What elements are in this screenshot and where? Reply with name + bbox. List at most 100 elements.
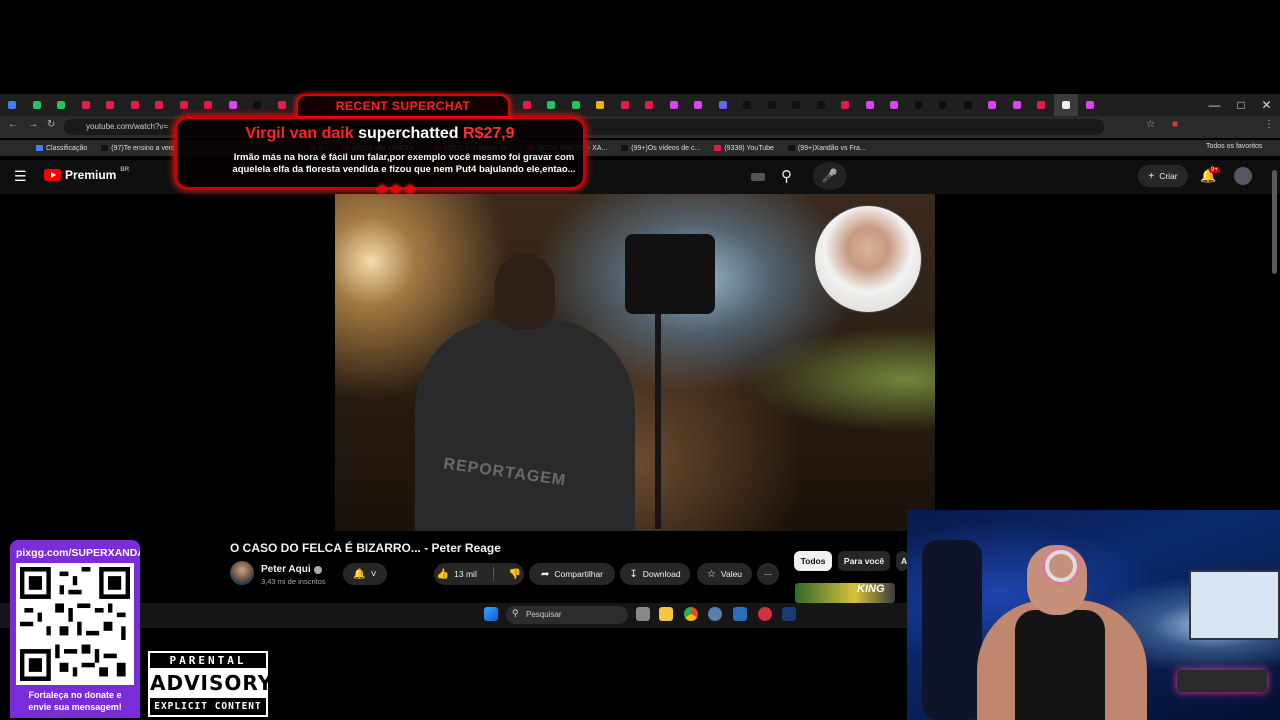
steam-icon[interactable] [782, 607, 796, 621]
share-button[interactable]: ➦ Compartilhar [529, 563, 615, 585]
browser-tab[interactable] [172, 94, 197, 116]
search-icon[interactable]: ⚲ [781, 167, 792, 185]
task-view-icon[interactable] [636, 607, 650, 621]
scrollbar[interactable] [1272, 170, 1277, 274]
browser-tab[interactable] [539, 94, 564, 116]
advisory-top: PARENTAL [150, 653, 266, 668]
settings-icon[interactable] [708, 607, 722, 621]
browser-tab[interactable] [564, 94, 589, 116]
bookmark-item[interactable]: (99+)Xandão vs Fra... [787, 145, 866, 152]
browser-tab[interactable] [1078, 94, 1103, 116]
account-avatar[interactable] [1234, 167, 1252, 185]
browser-tab[interactable] [1029, 94, 1054, 116]
browser-tab[interactable] [931, 94, 956, 116]
forward-icon[interactable]: → [28, 119, 38, 130]
browser-tab[interactable] [0, 94, 25, 116]
dislike-icon[interactable]: 👎 [509, 569, 521, 580]
windows-start-icon[interactable] [484, 607, 498, 621]
browser-tab[interactable] [123, 94, 148, 116]
browser-tab[interactable] [637, 94, 662, 116]
browser-tab[interactable] [784, 94, 809, 116]
channel-avatar[interactable] [230, 561, 254, 585]
keyboard-icon[interactable] [751, 173, 765, 181]
close-window-icon[interactable]: ✕ [1261, 98, 1271, 112]
brand-label: Premium [65, 168, 117, 182]
bookmark-item[interactable]: Classificação [36, 145, 87, 152]
headset [1045, 550, 1077, 582]
superchat-amount: R$27,9 [462, 125, 515, 142]
browser-tab[interactable] [270, 94, 295, 116]
minimize-icon[interactable]: — [1208, 98, 1220, 112]
browser-tab[interactable] [147, 94, 172, 116]
browser-tab[interactable] [686, 94, 711, 116]
browser-tab[interactable] [833, 94, 858, 116]
tab-favicon-icon [81, 101, 90, 109]
tab-favicon-icon [988, 101, 997, 109]
hamburger-menu-icon[interactable]: ☰ [14, 168, 27, 185]
tab-favicon-icon [522, 101, 531, 109]
browser-tab[interactable] [980, 94, 1005, 116]
more-actions-button[interactable]: ⋯ [757, 563, 779, 585]
tab-favicon-icon [1086, 101, 1095, 109]
chip-for-you[interactable]: Para você [838, 551, 890, 571]
thanks-icon: ☆ [706, 568, 716, 580]
maximize-icon[interactable]: □ [1237, 98, 1244, 112]
browser-tab[interactable] [98, 94, 123, 116]
reload-icon[interactable]: ↻ [47, 119, 55, 130]
browser-tab[interactable] [711, 94, 736, 116]
chrome-icon[interactable] [684, 607, 698, 621]
browser-tab[interactable] [956, 94, 981, 116]
subscribed-bell-button[interactable]: 🔔 ˅ [343, 563, 387, 585]
photos-icon[interactable] [733, 607, 747, 621]
like-count[interactable]: 13 mil [454, 569, 477, 579]
browser-menu-icon[interactable]: ⋮ [1264, 119, 1274, 130]
browser-tab[interactable] [882, 94, 907, 116]
bookmark-item[interactable]: (9338) YouTube [714, 145, 774, 152]
browser-tab[interactable] [735, 94, 760, 116]
tripod [655, 314, 661, 529]
extension-icon[interactable]: ■ [1172, 119, 1178, 130]
all-bookmarks-link[interactable]: Todos os favoritos [1206, 143, 1262, 150]
video-title: O CASO DO FELCA É BIZARRO... - Peter Rea… [230, 541, 501, 555]
browser-tab[interactable] [1005, 94, 1030, 116]
browser-tab[interactable] [515, 94, 540, 116]
download-button[interactable]: ↧ Download [620, 563, 690, 585]
like-dislike-group: 👍 13 mil 👎 [434, 563, 524, 585]
superchat-user: Virgil van daik [245, 125, 354, 142]
browser-tab[interactable] [588, 94, 613, 116]
microphone-icon[interactable]: 🎤 [813, 162, 847, 190]
cameraman-figure [415, 319, 635, 531]
browser-tab[interactable] [613, 94, 638, 116]
browser-tab[interactable] [1053, 94, 1078, 116]
browser-tab[interactable] [809, 94, 834, 116]
browser-tab[interactable] [196, 94, 221, 116]
chip-all[interactable]: Todos [794, 551, 832, 571]
browser-tab[interactable] [25, 94, 50, 116]
advisory-bottom: EXPLICIT CONTENT [150, 698, 266, 715]
tab-favicon-icon [106, 101, 115, 109]
browser-tab[interactable] [221, 94, 246, 116]
browser-tab[interactable] [907, 94, 932, 116]
bookmark-star-icon[interactable]: ☆ [1146, 119, 1155, 130]
bookmark-item[interactable]: (99+)Os vídeos de c... [621, 145, 700, 152]
browser-tab[interactable] [760, 94, 785, 116]
recommended-thumbnail[interactable]: KING [795, 583, 895, 603]
channel-name-row[interactable]: Peter Aqui [261, 564, 322, 575]
file-explorer-icon[interactable] [659, 607, 673, 621]
browser-tab[interactable] [662, 94, 687, 116]
obs-icon[interactable] [758, 607, 772, 621]
taskbar-search[interactable]: Pesquisar [506, 606, 628, 624]
browser-tab[interactable] [858, 94, 883, 116]
browser-tab[interactable] [49, 94, 74, 116]
keyboard [1177, 670, 1267, 692]
share-icon: ➦ [540, 568, 550, 580]
back-icon[interactable]: ← [8, 119, 18, 130]
youtube-logo[interactable]: Premium BR [44, 167, 129, 182]
thanks-button[interactable]: ☆ Valeu [697, 563, 752, 585]
create-button[interactable]: + Criar [1138, 165, 1188, 187]
like-icon[interactable]: 👍 [437, 569, 449, 580]
thanks-label: Valeu [720, 569, 743, 579]
bookmark-item[interactable]: (97)Te ensino a verc [101, 145, 175, 152]
browser-tab[interactable] [74, 94, 99, 116]
browser-tab[interactable] [245, 94, 270, 116]
